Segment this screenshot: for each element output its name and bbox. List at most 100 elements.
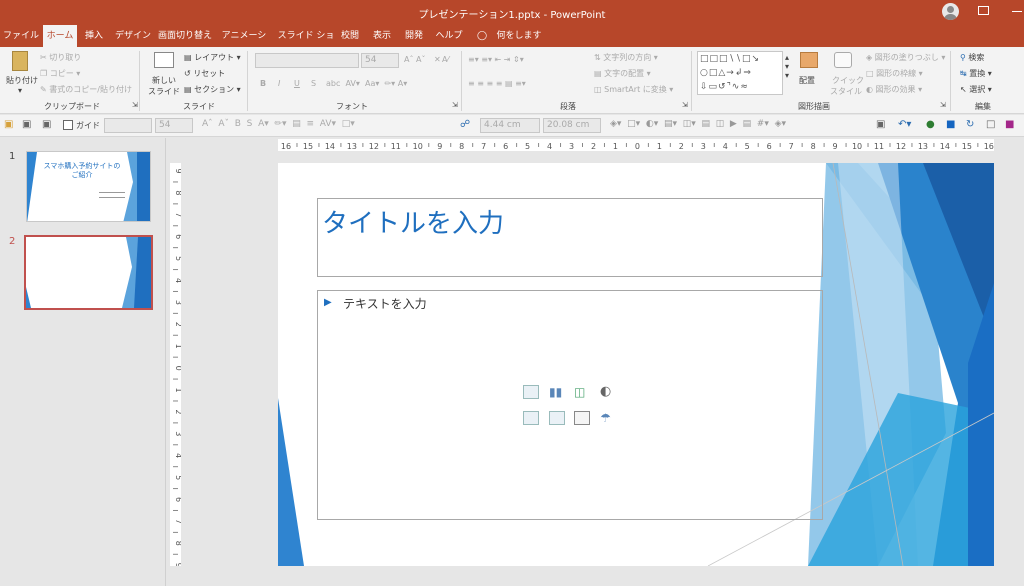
shapes-gallery[interactable]: □□□∖∖□↘ ○□△→↲⇒ ⇩▭↺⌝∿≈ bbox=[697, 51, 783, 95]
thumb-2-art bbox=[26, 237, 151, 308]
qat-font-size-combobox[interactable]: 54 bbox=[155, 118, 193, 133]
ruler-tick-label: 9 bbox=[833, 142, 838, 151]
bold-button[interactable]: B bbox=[260, 79, 266, 88]
tab-insert[interactable]: 挿入 bbox=[80, 25, 108, 47]
insert-online-picture-icon[interactable] bbox=[549, 411, 565, 425]
window-icon[interactable]: ▣ bbox=[22, 119, 31, 130]
tab-transitions[interactable]: 画面切り替え bbox=[156, 25, 214, 47]
tab-file[interactable]: ファイル bbox=[3, 25, 39, 47]
insert-picture-icon[interactable] bbox=[523, 411, 539, 425]
new-slide-icon[interactable] bbox=[154, 52, 174, 68]
tab-view[interactable]: 表示 bbox=[370, 25, 394, 47]
shape-effects-button[interactable]: ◐ 図形の効果 ▾ bbox=[866, 84, 922, 95]
crop-icon[interactable]: ▣ bbox=[876, 119, 885, 130]
find-button[interactable]: ⚲ 検索 bbox=[960, 52, 984, 63]
quick-styles-button-line2[interactable]: スタイル bbox=[830, 86, 862, 97]
paste-dropdown-icon[interactable]: ▾ bbox=[18, 86, 22, 95]
new-slide-button[interactable]: 新しい bbox=[152, 75, 176, 86]
ruler-tick-label: 11 bbox=[874, 142, 884, 151]
drawing-launcher-icon[interactable]: ⇲ bbox=[940, 101, 946, 109]
slide-thumbnail-2[interactable] bbox=[24, 235, 153, 310]
save-cloud-icon[interactable]: ■ bbox=[946, 119, 955, 130]
clipboard-launcher-icon[interactable]: ⇲ bbox=[132, 101, 138, 109]
italic-button[interactable]: I bbox=[278, 79, 280, 88]
link-icon[interactable]: ☍ bbox=[460, 119, 470, 130]
tab-design[interactable]: デザイン bbox=[112, 25, 154, 47]
ruler-tick-label: 9 bbox=[174, 563, 181, 566]
text-direction-button[interactable]: ⇅ 文字列の方向 ▾ bbox=[594, 52, 658, 63]
tab-animations[interactable]: アニメーション bbox=[218, 25, 270, 63]
shape-outline-button[interactable]: □ 図形の枠線 ▾ bbox=[866, 68, 923, 79]
smartart-button[interactable]: ◫ SmartArt に変換 ▾ bbox=[594, 84, 673, 95]
ruler-tick-label: 9 bbox=[174, 168, 181, 173]
paragraph-launcher-icon[interactable]: ⇲ bbox=[682, 101, 688, 109]
align-text-button[interactable]: ▤ 文字の配置 ▾ bbox=[594, 68, 651, 79]
insert-video-icon[interactable] bbox=[574, 411, 590, 425]
quick-styles-icon[interactable] bbox=[834, 52, 852, 68]
ruler-tick-label: 7 bbox=[481, 142, 486, 151]
font-family-combobox[interactable] bbox=[255, 53, 359, 68]
slide-canvas[interactable]: タイトルを入力 ▶ テキストを入力 ▮▮ ◫ ◐ ☂ bbox=[278, 163, 994, 566]
cut-button[interactable]: ✂ 切り取り bbox=[40, 52, 81, 63]
arrange-button[interactable]: 配置 bbox=[799, 75, 815, 86]
increase-font-icon[interactable]: Aˆ Aˇ ✕ bbox=[404, 55, 441, 64]
window2-icon[interactable]: ▣ bbox=[42, 119, 51, 130]
replace-button[interactable]: ↹ 置換 ▾ bbox=[960, 68, 992, 79]
tab-developer[interactable]: 開発 bbox=[402, 25, 426, 47]
layout-button[interactable]: ▤ レイアウト ▾ bbox=[184, 52, 241, 63]
content-placeholder[interactable]: ▶ テキストを入力 ▮▮ ◫ ◐ ☂ bbox=[317, 290, 823, 520]
redo-icon[interactable]: ↻ bbox=[966, 119, 974, 130]
drawing-tools-icons[interactable]: ◈▾ □▾ ◐▾ ▤▾ ◫▾ ▤ ◫ ▶ ▤ #▾ ◈▾ bbox=[610, 119, 786, 129]
new-slide-button-line2[interactable]: スライド bbox=[148, 86, 180, 97]
tab-home[interactable]: ホーム bbox=[43, 25, 77, 47]
shape-fill-button[interactable]: ◈ 図形の塗りつぶし ▾ bbox=[866, 52, 945, 63]
ruler-tick-label: 10 bbox=[852, 142, 862, 151]
slide-thumbnail-1[interactable]: スマホ購入予約サイトの ご紹介 bbox=[26, 151, 151, 222]
new-file-icon[interactable]: □ bbox=[986, 119, 995, 130]
align-icons[interactable]: ≡ ≡ ≡ ≡ ▤ ≡▾ bbox=[468, 79, 526, 88]
shapes-gallery-scroll-icon[interactable]: ▴ ▾ ▾ bbox=[785, 53, 789, 80]
arrange-icon[interactable] bbox=[800, 52, 818, 68]
paste-button[interactable]: 貼り付け bbox=[6, 75, 38, 86]
reset-button[interactable]: ↺ リセット bbox=[184, 68, 225, 79]
font-size-combobox[interactable]: 54 bbox=[361, 53, 399, 68]
tab-help[interactable]: ヘルプ bbox=[434, 25, 464, 47]
separator bbox=[139, 51, 140, 111]
tell-me-search[interactable]: 何をしますか bbox=[494, 25, 544, 63]
insert-smartart-icon[interactable]: ◫ bbox=[574, 385, 590, 399]
insert-table-icon[interactable] bbox=[523, 385, 539, 399]
font-launcher-icon[interactable]: ⇲ bbox=[452, 101, 458, 109]
tab-slideshow[interactable]: スライド ショー bbox=[276, 25, 336, 63]
insert-icon-icon[interactable]: ☂ bbox=[600, 410, 616, 426]
ribbon-display-options-icon[interactable] bbox=[978, 6, 989, 15]
minimize-icon[interactable] bbox=[1012, 11, 1022, 12]
underline-button[interactable]: U bbox=[294, 79, 300, 88]
font-tools-icons[interactable]: Aˆ Aˇ B S A▾ ✏▾ ▤ ≡ AV▾ □▾ bbox=[202, 119, 355, 129]
paste-icon[interactable] bbox=[12, 51, 28, 71]
qat-font-combobox[interactable] bbox=[104, 118, 152, 133]
undo-icon[interactable]: ↶▾ bbox=[898, 119, 911, 130]
presenter-icon[interactable]: ● bbox=[926, 119, 935, 130]
clear-formatting-icon[interactable]: A⁄ bbox=[442, 55, 449, 64]
shadow-button[interactable]: S bbox=[311, 79, 316, 88]
folder-icon[interactable]: ▣ bbox=[4, 119, 13, 130]
section-button[interactable]: ▤ セクション ▾ bbox=[184, 84, 241, 95]
thumb-1-title-line1: スマホ購入予約サイトの bbox=[43, 162, 121, 170]
quick-styles-button[interactable]: クイック bbox=[832, 75, 864, 86]
strikethrough-icon[interactable]: abc AV▾ Aa▾ ✏▾ A▾ bbox=[326, 79, 407, 88]
title-placeholder[interactable]: タイトルを入力 bbox=[317, 198, 823, 277]
select-button[interactable]: ↖ 選択 ▾ bbox=[960, 84, 992, 95]
insert-3d-model-icon[interactable]: ◐ bbox=[600, 384, 616, 400]
account-avatar[interactable] bbox=[942, 3, 959, 20]
tab-review[interactable]: 校閲 bbox=[338, 25, 362, 47]
ruler-tick-label: 6 bbox=[174, 234, 181, 239]
format-painter-button[interactable]: ✎ 書式のコピー/貼り付け bbox=[40, 84, 132, 95]
height-field[interactable]: 4.44 cm bbox=[480, 118, 540, 133]
save-icon[interactable]: ■ bbox=[1005, 119, 1014, 130]
copy-button[interactable]: ❐ コピー ▾ bbox=[40, 68, 80, 79]
thumb-1-title: スマホ購入予約サイトの ご紹介 bbox=[39, 162, 125, 180]
insert-chart-icon[interactable]: ▮▮ bbox=[549, 385, 565, 399]
width-field[interactable]: 20.08 cm bbox=[543, 118, 601, 133]
bullets-icon[interactable]: ≡▾ ≡▾ ⇤ ⇥ ⇕▾ bbox=[468, 55, 524, 64]
guides-checkbox[interactable] bbox=[63, 120, 73, 130]
